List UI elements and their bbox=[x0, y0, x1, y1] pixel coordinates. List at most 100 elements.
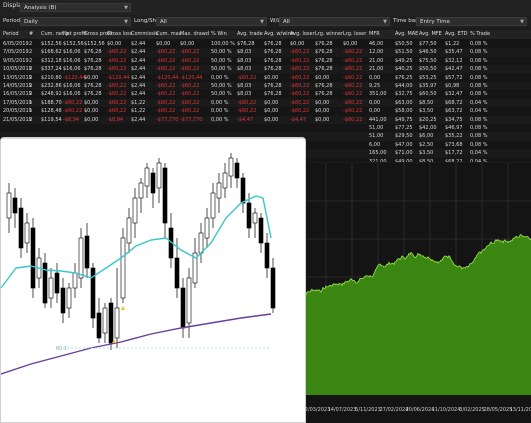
column-header[interactable]: Avg. trade bbox=[237, 31, 263, 37]
period-select[interactable]: Daily ▼ bbox=[20, 17, 131, 26]
table-cell: $49,25 bbox=[395, 57, 413, 64]
table-cell: 0,00 bbox=[369, 74, 381, 81]
table-cell: $42,47 bbox=[445, 66, 463, 73]
table-cell: $76,28 bbox=[315, 66, 333, 73]
table-cell: $77,50 bbox=[419, 41, 437, 47]
table-cell: $50,50 bbox=[419, 66, 437, 73]
table-cell: -$60,22 bbox=[290, 66, 310, 73]
column-header[interactable]: Gross loss bbox=[107, 31, 132, 37]
display-select[interactable]: Analysis (B) ▼ bbox=[20, 3, 131, 12]
period-label: Period bbox=[3, 18, 21, 24]
table-cell: $76,28 bbox=[264, 41, 282, 47]
candle-body bbox=[174, 257, 180, 289]
candle-body bbox=[258, 217, 264, 244]
equity-chart: 22/03/2023 14/07/2023 5/11/2023 27/02/2024 2… bbox=[300, 163, 531, 423]
table-cell: $49,00 bbox=[395, 158, 413, 162]
table-cell: $8,03 bbox=[237, 66, 252, 73]
table-cell: $1,22 bbox=[445, 41, 460, 47]
table-cell: -$60,22 bbox=[343, 91, 363, 98]
column-header[interactable]: Avg. ETD bbox=[445, 31, 468, 37]
table-cell: 0,08 % bbox=[470, 141, 488, 148]
column-header[interactable]: Lrg. winner bbox=[315, 31, 343, 37]
table-cell: -$8,94 bbox=[107, 116, 124, 123]
candle-body bbox=[252, 212, 258, 224]
table-cell: $2,44 bbox=[131, 74, 146, 81]
table-cell: -$60,22 bbox=[180, 83, 200, 89]
table-cell: 0,08 % bbox=[470, 83, 488, 89]
table-cell: $0,00 bbox=[84, 108, 99, 115]
column-header[interactable]: Period bbox=[3, 31, 19, 37]
table-cell: $35,97 bbox=[419, 83, 437, 89]
table-cell: $210,80 bbox=[41, 74, 62, 81]
candle-body bbox=[222, 172, 228, 189]
table-cell: 0,08 % bbox=[470, 133, 488, 140]
table-cell: -$60,22 bbox=[343, 57, 363, 64]
table-cell: 0,08 % bbox=[470, 116, 488, 123]
table-cell: -$60,22 bbox=[343, 116, 363, 123]
table-cell: -$60,22 bbox=[343, 83, 363, 89]
table-cell: $16,06 bbox=[63, 91, 81, 98]
x-tick-label: 14/07/2023 bbox=[328, 407, 357, 413]
candle-body bbox=[138, 182, 144, 199]
table-cell: $76,25 bbox=[395, 74, 413, 81]
table-cell: $32,12 bbox=[445, 57, 463, 64]
candle-body bbox=[162, 167, 168, 224]
table-cell: -$60,22 bbox=[290, 108, 310, 115]
table-cell: $76,28 bbox=[264, 83, 282, 89]
wl-select[interactable]: All ▼ bbox=[279, 17, 390, 26]
column-header[interactable]: % Trade bbox=[470, 31, 490, 37]
table-cell: 2 bbox=[29, 41, 33, 47]
table-cell: $76,28 bbox=[264, 49, 282, 56]
column-header[interactable]: Avg. MFE bbox=[419, 31, 442, 37]
table-cell: -$4,47 bbox=[290, 116, 307, 123]
table-cell: $0,00 bbox=[315, 116, 330, 123]
table-cell: $76,28 bbox=[237, 41, 255, 47]
table-cell: 0,08 % bbox=[470, 57, 488, 64]
column-header[interactable]: Commissio bbox=[131, 31, 158, 37]
table-cell: -$60,22 bbox=[156, 99, 176, 106]
column-header[interactable]: Cum. max bbox=[156, 31, 182, 37]
candle-body bbox=[108, 302, 114, 344]
longshort-select[interactable]: All ▼ bbox=[156, 17, 267, 26]
table-cell: -$60,22 bbox=[290, 57, 310, 64]
column-header[interactable]: Max. drawd bbox=[180, 31, 209, 37]
equity-chart-svg: 22/03/202314/07/20235/11/202327/02/20242… bbox=[300, 163, 531, 423]
table-cell: 20/05/2019 bbox=[3, 108, 32, 115]
table-cell: $152,56 bbox=[63, 41, 84, 47]
column-header[interactable]: Avg. MAE bbox=[395, 31, 418, 37]
table-cell: $0,98 bbox=[445, 83, 460, 89]
table-cell: $2,44 bbox=[131, 91, 146, 98]
table-cell: -$60,22 bbox=[63, 108, 83, 115]
timebase-select[interactable]: Entry Time ▼ bbox=[416, 17, 527, 26]
table-cell: -$60,22 bbox=[107, 57, 127, 64]
table-cell: 0,08 % bbox=[470, 91, 488, 98]
table-cell: 2 bbox=[29, 66, 33, 73]
table-cell: $8,03 bbox=[237, 91, 252, 98]
table-cell: $71,00 bbox=[395, 150, 413, 157]
column-header[interactable]: % Win bbox=[211, 31, 227, 37]
column-header[interactable]: MFR bbox=[369, 31, 380, 37]
table-cell: $76,28 bbox=[315, 83, 333, 89]
table-cell: $76,28 bbox=[315, 41, 333, 47]
column-header[interactable]: Avg. loser bbox=[290, 31, 315, 37]
column-header[interactable]: Lrg. loser bbox=[343, 31, 366, 37]
table-cell: $63,00 bbox=[395, 99, 413, 106]
wl-select-value: All bbox=[283, 19, 290, 25]
column-header[interactable]: # bbox=[29, 31, 33, 37]
table-cell: $16,06 bbox=[63, 49, 81, 56]
table-cell: $76,28 bbox=[84, 57, 102, 64]
candle-body bbox=[240, 177, 246, 204]
candle-body bbox=[96, 312, 102, 339]
table-cell: -$120,44 bbox=[180, 74, 203, 81]
table-cell: -$60,22 bbox=[156, 66, 176, 73]
chevron-down-icon: ▼ bbox=[124, 5, 128, 11]
table-cell: 0,08 % bbox=[470, 74, 488, 81]
table-cell: $49,75 bbox=[395, 116, 413, 123]
longshort-select-value: All bbox=[160, 19, 167, 25]
table-cell: -$60,22 bbox=[343, 74, 363, 81]
table-cell: -$60,22 bbox=[237, 99, 257, 106]
x-tick-label: 13/11/2025 bbox=[510, 407, 531, 413]
table-cell: $34,75 bbox=[445, 116, 463, 123]
table-cell: 9,25 bbox=[369, 83, 381, 89]
chevron-down-icon: ▼ bbox=[383, 19, 387, 25]
